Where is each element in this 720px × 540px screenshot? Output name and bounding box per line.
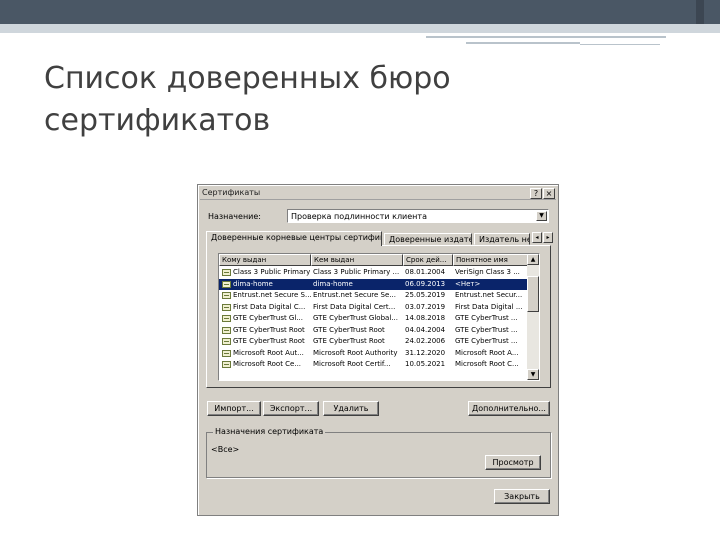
table-cell: Microsoft Root Certif... <box>313 360 391 368</box>
table-row[interactable]: GTE CyberTrust Root GTE CyberTrust Root 24… <box>219 336 529 347</box>
table-row[interactable]: Microsoft Root Aut... Microsoft Root Auth… <box>219 348 529 359</box>
certificate-purposes-group: Назначения сертификата <Все> Просмотр <box>206 427 551 478</box>
slide-header-band <box>0 0 720 24</box>
certificate-icon <box>222 361 231 368</box>
help-button[interactable]: ? <box>530 188 542 199</box>
column-friendly-name[interactable]: Понятное имя <box>453 254 529 266</box>
certificates-dialog: Сертификаты ? × Назначение: Проверка под… <box>197 184 559 516</box>
table-cell: First Data Digital Cert... <box>313 302 396 311</box>
certificate-list[interactable]: Кому выдан Кем выдан Срок дей... Понятно… <box>218 253 540 381</box>
slide-title-line2: сертификатов <box>44 103 271 138</box>
purpose-label: Назначение: <box>208 212 261 221</box>
table-row[interactable]: GTE CyberTrust Root GTE CyberTrust Root 04… <box>219 325 529 336</box>
table-cell: GTE CyberTrust Root <box>313 325 385 334</box>
tab-trusted-publishers[interactable]: Доверенные издатели <box>384 233 472 245</box>
table-row[interactable]: Entrust.net Secure S... Entrust.net Secur… <box>219 290 529 301</box>
slide-deco-line <box>580 44 660 45</box>
table-cell: 25.05.2019 <box>405 291 446 299</box>
scroll-thumb[interactable] <box>527 276 539 312</box>
purpose-select[interactable]: Проверка подлинности клиента ▼ <box>287 209 549 223</box>
slide-header-accent <box>696 0 704 24</box>
table-cell: Microsoft Root Ce... <box>233 360 302 368</box>
table-cell: Microsoft Root Authority <box>313 348 398 357</box>
table-row[interactable]: Microsoft Root Ce... Microsoft Root Certi… <box>219 359 529 370</box>
table-cell: Entrust.net Secure S... <box>233 291 311 299</box>
export-button[interactable]: Экспорт... <box>263 401 319 416</box>
slide-title: Список доверенных бюро сертификатов <box>44 58 644 142</box>
column-expiration[interactable]: Срок дей... <box>403 254 453 266</box>
purpose-select-value: Проверка подлинности клиента <box>291 212 427 221</box>
table-cell: GTE CyberTrust ... <box>455 314 518 322</box>
certificate-icon <box>222 349 231 357</box>
import-button[interactable]: Импорт... <box>207 401 261 416</box>
certificate-icon <box>222 326 231 334</box>
table-cell: Entrust.net Secur... <box>455 291 523 299</box>
table-cell: GTE CyberTrust Root <box>233 325 305 334</box>
table-cell: 06.09.2013 <box>405 279 446 288</box>
view-button[interactable]: Просмотр <box>485 455 541 470</box>
chevron-down-icon[interactable]: ▼ <box>536 211 547 221</box>
tab-strip: Доверенные корневые центры сертификации … <box>206 231 556 246</box>
table-cell: GTE CyberTrust ... <box>455 337 518 345</box>
table-cell: Microsoft Root Aut... <box>233 348 304 357</box>
close-button[interactable]: Закрыть <box>494 489 550 504</box>
slide-deco-line <box>426 36 666 38</box>
table-cell: VeriSign Class 3 ... <box>455 268 520 276</box>
close-x-button[interactable]: × <box>543 188 555 199</box>
table-cell: First Data Digital C... <box>233 302 306 311</box>
table-row[interactable]: Class 3 Public Primary ... Class 3 Public… <box>219 267 529 278</box>
table-cell: dima-home <box>313 279 353 288</box>
table-cell: Class 3 Public Primary ... <box>313 268 400 276</box>
table-cell: Microsoft Root A... <box>455 348 519 357</box>
tab-scroll-left-icon[interactable]: ◂ <box>532 232 542 243</box>
table-cell: 04.04.2004 <box>405 325 446 334</box>
tab-untrusted-publishers[interactable]: Издатель не <box>474 233 530 245</box>
certificate-icon <box>222 315 231 322</box>
table-cell: 31.12.2020 <box>405 348 446 357</box>
table-cell: GTE CyberTrust Root <box>313 337 385 345</box>
list-header: Кому выдан Кем выдан Срок дей... Понятно… <box>219 254 529 266</box>
table-cell: <Нет> <box>455 279 481 288</box>
table-cell: 08.01.2004 <box>405 268 446 276</box>
scroll-down-icon[interactable]: ▼ <box>527 369 539 380</box>
slide-title-line1: Список доверенных бюро <box>44 61 451 96</box>
table-cell: GTE CyberTrust Global... <box>313 314 398 322</box>
slide-header-stripe <box>0 24 720 33</box>
scroll-up-icon[interactable]: ▲ <box>527 254 539 265</box>
certificate-icon <box>222 292 231 299</box>
table-cell: First Data Digital ... <box>455 302 523 311</box>
table-cell: dima-home <box>233 279 273 288</box>
purposes-group-label: Назначения сертификата <box>213 427 326 436</box>
certificate-icon <box>222 338 231 345</box>
table-cell: GTE CyberTrust Root <box>233 337 305 345</box>
tab-panel: Кому выдан Кем выдан Срок дей... Понятно… <box>206 245 551 388</box>
table-row[interactable]: dima-home dima-home 06.09.2013 <Нет> <box>219 278 529 290</box>
table-cell: GTE CyberTrust Gl... <box>233 314 303 322</box>
purposes-value: <Все> <box>211 445 240 454</box>
dialog-titlebar: Сертификаты ? × <box>200 187 556 200</box>
table-cell: 24.02.2006 <box>405 337 446 345</box>
table-cell: Entrust.net Secure Se... <box>313 291 396 299</box>
certificate-icon <box>222 269 231 276</box>
tab-scroll-right-icon[interactable]: ▸ <box>543 232 553 243</box>
table-cell: Class 3 Public Primary ... <box>233 268 311 276</box>
table-cell: Microsoft Root C... <box>455 360 519 368</box>
certificate-icon <box>222 280 231 288</box>
dialog-title: Сертификаты <box>202 188 261 197</box>
remove-button[interactable]: Удалить <box>323 401 379 416</box>
table-cell: 14.08.2018 <box>405 314 446 322</box>
column-issued-to[interactable]: Кому выдан <box>219 254 311 266</box>
list-scrollbar[interactable]: ▲ ▼ <box>527 254 539 380</box>
table-row[interactable]: GTE CyberTrust Gl... GTE CyberTrust Globa… <box>219 313 529 324</box>
advanced-button[interactable]: Дополнительно... <box>468 401 550 416</box>
table-cell: 03.07.2019 <box>405 302 446 311</box>
table-cell: GTE CyberTrust ... <box>455 325 518 334</box>
tab-trusted-root-ca[interactable]: Доверенные корневые центры сертификации <box>206 231 382 246</box>
table-row[interactable]: First Data Digital C... First Data Digita… <box>219 302 529 313</box>
certificate-icon <box>222 303 231 311</box>
table-cell: 10.05.2021 <box>405 360 446 368</box>
column-issued-by[interactable]: Кем выдан <box>311 254 403 266</box>
slide-deco-line <box>466 42 580 44</box>
